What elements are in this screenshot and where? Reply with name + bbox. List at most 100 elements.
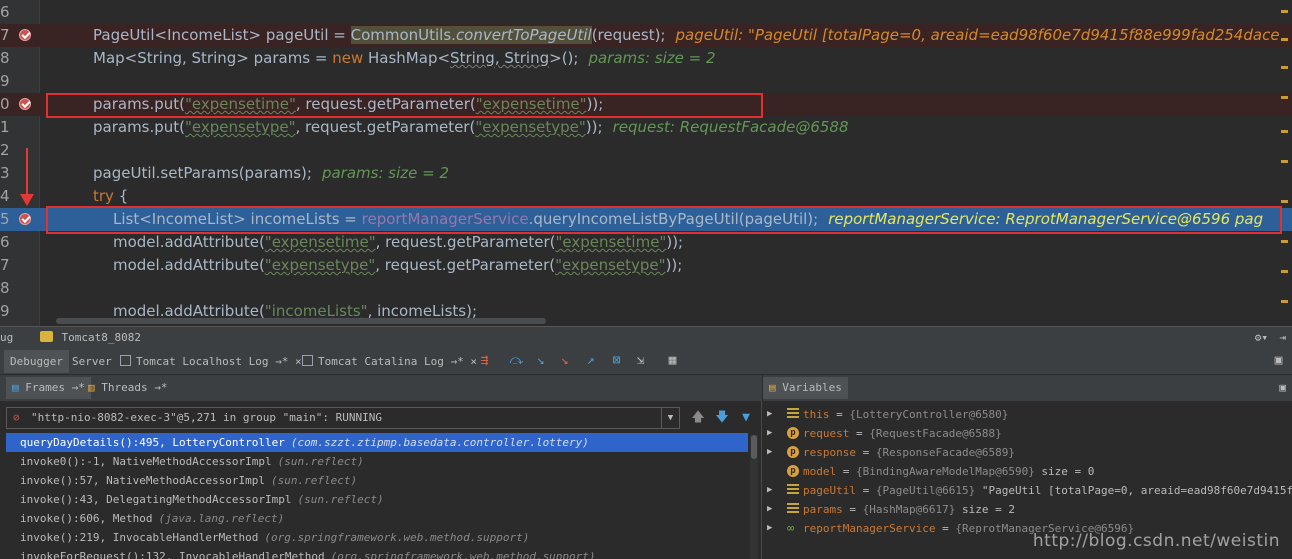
previous-frame-icon[interactable]: 🡅 (690, 410, 706, 426)
frames-panel: ▤ Frames →* ▥ Threads →* ⊘ "http-nio-808… (0, 375, 762, 559)
line-number: 1 (0, 118, 10, 136)
inline-debug-value: pageUtil: "PageUtil [totalPage=0, areaid… (675, 26, 1280, 44)
line-number: 5 (0, 210, 10, 228)
debug-title-prefix: ug (0, 331, 14, 344)
variable-row[interactable]: ▶ pageUtil = {PageUtil@6615} "PageUtil [… (763, 481, 1292, 500)
expand-icon[interactable]: ▶ (767, 424, 772, 443)
tab-threads[interactable]: ▥ Threads →* (82, 377, 173, 399)
stack-frame[interactable]: invoke():219, InvocableHandlerMethod (org… (6, 528, 748, 547)
step-into-icon[interactable]: ↘ (532, 353, 549, 369)
parameter-icon: p (787, 465, 799, 477)
restore-icon[interactable]: ▣ (1279, 375, 1286, 401)
code-text: model.addAttribute("expensetime", reques… (113, 233, 684, 251)
breakpoint-icon[interactable] (19, 98, 31, 110)
code-line[interactable]: 4 try { (0, 185, 1292, 208)
code-line[interactable]: 7 PageUtil<IncomeList> pageUtil = Common… (0, 24, 1292, 47)
code-editor[interactable]: 6 7 PageUtil<IncomeList> pageUtil = Comm… (0, 0, 1292, 326)
code-text: params.put("expensetype", request.getPar… (93, 118, 849, 136)
run-to-cursor-icon[interactable]: ⇲ (632, 353, 649, 369)
code-text: PageUtil<IncomeList> pageUtil = CommonUt… (93, 26, 1280, 44)
expand-icon[interactable]: ▶ (767, 481, 772, 500)
debug-tab-bar: Debugger Server Tomcat Localhost Log →* … (0, 348, 1292, 375)
tab-server[interactable]: Server (66, 350, 118, 373)
breakpoint-icon[interactable] (19, 29, 31, 41)
stack-frame[interactable]: invoke():606, Method (java.lang.reflect) (6, 509, 748, 528)
line-number: 2 (0, 141, 10, 159)
variable-row[interactable]: ▶ params = {HashMap@6617} size = 2 (763, 500, 1292, 519)
code-line[interactable]: 8 (0, 277, 1292, 300)
error-stripe[interactable] (1281, 0, 1288, 326)
force-step-into-icon[interactable]: ↘ (556, 353, 573, 369)
step-over-icon[interactable]: ⤼ (508, 353, 525, 369)
gear-icon[interactable]: ⚙▾ (1255, 327, 1268, 348)
code-line[interactable]: 2 (0, 139, 1292, 162)
line-number: 7 (0, 26, 10, 44)
variable-row[interactable]: ▶ p response = {ResponseFacade@6589} (763, 443, 1292, 462)
stack-frame[interactable]: invoke():43, DelegatingMethodAccessorImp… (6, 490, 748, 509)
variables-panel: ▤ Variables ▣ ▶ this = {LotteryControlle… (763, 375, 1292, 559)
code-text: pageUtil.setParams(params); params: size … (93, 164, 450, 182)
chevron-down-icon[interactable]: ▼ (661, 408, 679, 428)
line-number: 9 (0, 72, 10, 90)
parameter-icon: p (787, 427, 799, 439)
field-icon (787, 484, 799, 496)
line-number: 8 (0, 279, 10, 297)
code-line[interactable]: 1 params.put("expensetype", request.getP… (0, 116, 1292, 139)
parameter-icon: p (787, 446, 799, 458)
annotation-highlight-box (46, 93, 763, 118)
breakpoint-icon[interactable] (19, 213, 31, 225)
field-icon (787, 503, 799, 515)
tab-tomcat-localhost-log[interactable]: Tomcat Localhost Log →* × (114, 350, 308, 373)
variable-row[interactable]: ▶ p request = {RequestFacade@6588} (763, 424, 1292, 443)
frames-icon: ▤ (12, 381, 19, 394)
horizontal-scrollbar[interactable] (56, 318, 546, 324)
evaluate-expression-icon[interactable]: ▦ (664, 353, 681, 369)
code-text: try { (93, 187, 129, 205)
expand-icon[interactable]: ▶ (767, 519, 772, 538)
tab-tomcat-catalina-log[interactable]: Tomcat Catalina Log →* × (296, 350, 483, 373)
line-number: 6 (0, 233, 10, 251)
variable-row[interactable]: p model = {BindingAwareModelMap@6590} si… (763, 462, 1292, 481)
expand-icon[interactable]: ▶ (767, 405, 772, 424)
expand-icon[interactable]: ▶ (767, 500, 772, 519)
stack-frame[interactable]: queryDayDetails():495, LotteryController… (6, 433, 748, 452)
annotation-arrow-icon (20, 148, 34, 206)
tab-variables[interactable]: ▤ Variables (763, 377, 848, 399)
hide-icon[interactable]: ⇥ (1279, 327, 1286, 348)
run-config-name: Tomcat8_8082 (61, 331, 141, 344)
code-line[interactable]: 3 pageUtil.setParams(params); params: siz… (0, 162, 1292, 185)
line-number: 0 (0, 95, 10, 113)
variable-row[interactable]: ▶ this = {LotteryController@6580} (763, 405, 1292, 424)
tab-debugger[interactable]: Debugger (4, 350, 69, 373)
line-number: 8 (0, 49, 10, 67)
code-line[interactable]: 8 Map<String, String> params = new HashM… (0, 47, 1292, 70)
line-number: 4 (0, 187, 10, 205)
drop-frame-icon[interactable]: ⊠ (608, 353, 625, 369)
filter-icon[interactable]: ▼ (738, 410, 754, 426)
variables-icon: ▤ (769, 381, 776, 394)
step-out-icon[interactable]: ↗ (582, 353, 599, 369)
frames-scrollbar[interactable] (750, 435, 758, 559)
inline-debug-value: request: RequestFacade@6588 (612, 118, 849, 136)
line-number: 9 (0, 302, 10, 320)
debug-tool-window-title: ug Tomcat8_8082 ⚙▾ ⇥ (0, 326, 1292, 348)
tab-frames[interactable]: ▤ Frames →* (6, 377, 91, 399)
thread-selector[interactable]: ⊘ "http-nio-8082-exec-3"@5,271 in group … (6, 407, 680, 429)
next-frame-icon[interactable]: 🡇 (714, 410, 730, 426)
expand-icon[interactable]: ▶ (767, 443, 772, 462)
line-number: 3 (0, 164, 10, 182)
code-line[interactable]: 6 (0, 1, 1292, 24)
stack-frame[interactable]: invokeForRequest():132, InvocableHandler… (6, 547, 748, 559)
restore-layout-icon[interactable]: ▣ (1270, 353, 1287, 369)
code-line[interactable]: 9 (0, 70, 1292, 93)
stack-frame[interactable]: invoke0():-1, NativeMethodAccessorImpl (s… (6, 452, 748, 471)
show-execution-point-icon[interactable]: ⇶ (476, 353, 493, 369)
code-line[interactable]: 6 model.addAttribute("expensetime", requ… (0, 231, 1292, 254)
line-number: 7 (0, 256, 10, 274)
code-line[interactable]: 7 model.addAttribute("expensetype", requ… (0, 254, 1292, 277)
stack-frame[interactable]: invoke():57, NativeMethodAccessorImpl (su… (6, 471, 748, 490)
variables-panel-header: ▤ Variables ▣ (763, 375, 1292, 401)
inline-debug-value: params: size = 2 (321, 164, 450, 182)
inline-debug-value: params: size = 2 (588, 49, 716, 67)
code-text: Map<String, String> params = new HashMap… (93, 49, 716, 67)
